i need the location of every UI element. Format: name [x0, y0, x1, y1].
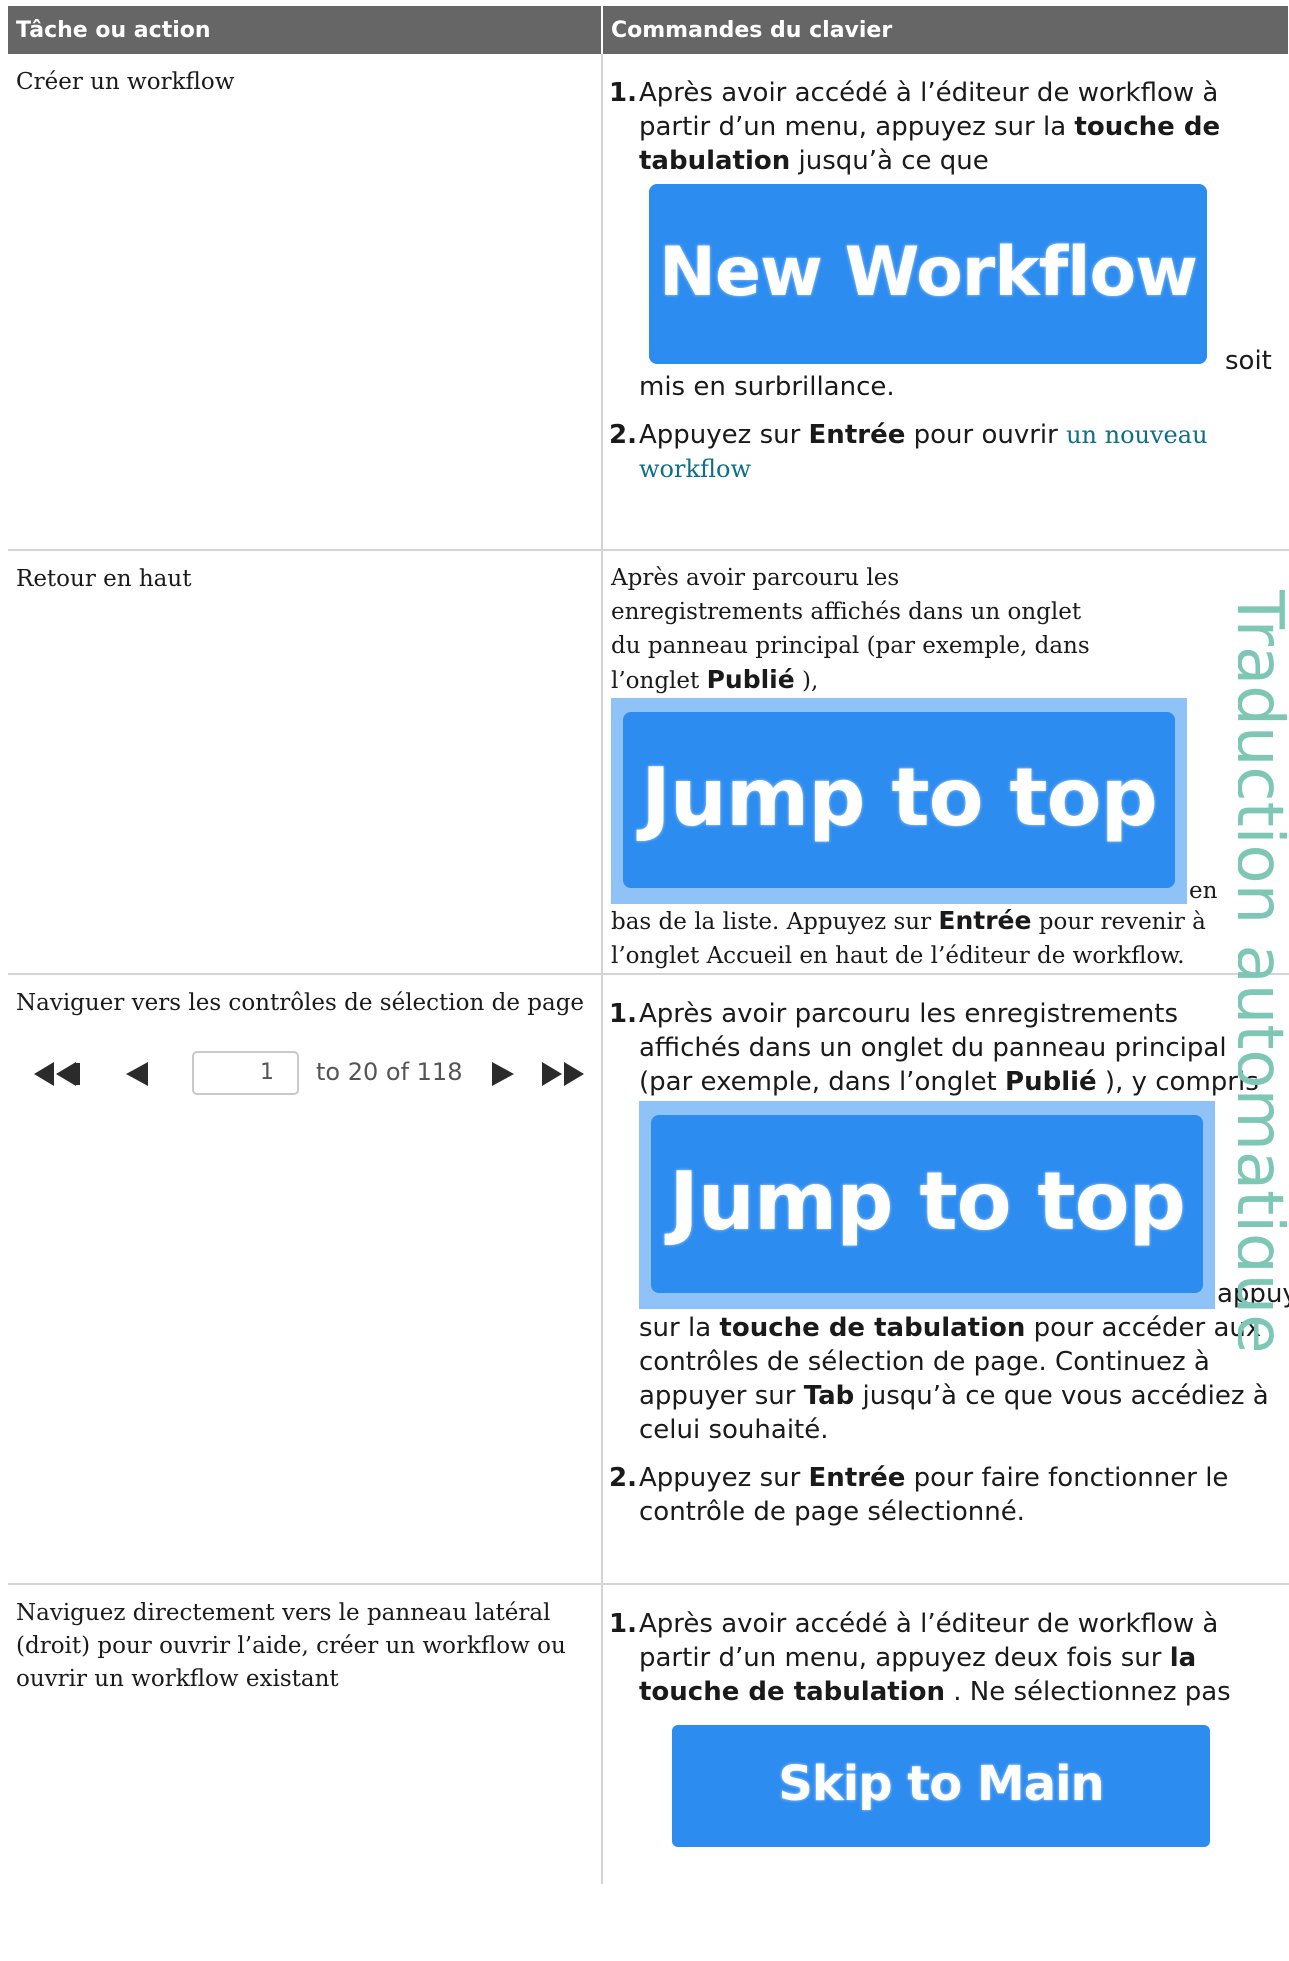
next-page-button[interactable]	[488, 1056, 520, 1094]
tab-name: Publié	[1005, 1067, 1097, 1097]
skip-to-main-content-button-image: Skip to Main Content	[672, 1725, 1210, 1930]
jump-to-top-label: Jump to top	[623, 712, 1175, 888]
jump-to-top-label: Jump to top	[651, 1115, 1203, 1293]
step-text: Appuyez sur	[639, 1463, 809, 1493]
last-page-button[interactable]	[538, 1056, 590, 1094]
jump-to-top-button-image: Jump to top	[639, 1101, 1215, 1309]
task-cell: Retour en haut	[8, 550, 603, 975]
task-cell: Naviguer vers les contrôles de sélection…	[8, 974, 603, 1585]
step-text: Après avoir accédé à l’éditeur de workfl…	[639, 1609, 1219, 1673]
step-text: sur la	[639, 1313, 720, 1343]
step-key: touche de tabulation	[719, 1313, 1026, 1343]
step-text: . Ne sélectionnez pas	[944, 1677, 1231, 1707]
step-text: ), y compris	[1096, 1067, 1259, 1097]
step-text: pour ouvrir	[905, 420, 1067, 450]
step-text: Appuyez sur	[639, 420, 809, 450]
cell-text: ),	[794, 668, 819, 694]
new-workflow-button-image: New Workflow	[649, 184, 1207, 364]
step-item: 1. Après avoir accédé à l’éditeur de wor…	[603, 76, 1277, 404]
cell-text: bas de la liste. Appuyez sur	[611, 909, 939, 935]
step-number: 1.	[609, 999, 637, 1029]
watermark-text: Traduction automatique	[1238, 590, 1289, 1350]
step-key: Entrée	[808, 1463, 906, 1493]
table-row: Retour en haut Après avoir parcouru les …	[8, 550, 1289, 975]
keys-cell: Après avoir parcouru les enregistrements…	[602, 550, 1289, 975]
task-label: Naviguer vers les contrôles de sélection…	[16, 990, 585, 1016]
prev-page-button[interactable]	[122, 1056, 154, 1094]
cell-text: Après avoir parcouru les enregistrements…	[611, 565, 1090, 694]
table-row: Naviguez directement vers le panneau lat…	[8, 1584, 1289, 1930]
step-text: jusqu’à ce que	[790, 146, 989, 176]
step-item: 2. Appuyez sur Entrée pour faire fonctio…	[603, 1461, 1283, 1529]
first-page-button[interactable]	[30, 1056, 84, 1094]
tab-name: Publié	[706, 665, 795, 694]
keyboard-commands-table: Tâche ou action Commandes du clavier Cré…	[8, 6, 1289, 1930]
page-range-label: to 20 of 118	[316, 1058, 463, 1086]
step-number: 2.	[609, 420, 637, 450]
keys-cell: 1. Après avoir accédé à l’éditeur de wor…	[602, 54, 1289, 551]
step-text: soit	[1225, 346, 1272, 376]
task-label: Retour en haut	[16, 566, 192, 592]
step-number: 2.	[609, 1463, 637, 1493]
step-key: Tab	[803, 1381, 855, 1411]
step-item: 2. Appuyez sur Entrée pour ouvrir un nou…	[603, 418, 1277, 486]
step-item: 1. Après avoir accédé à l’éditeur de wor…	[603, 1607, 1277, 1930]
jump-to-top-button-image: Jump to top	[611, 698, 1187, 904]
page-number-input[interactable]	[196, 1055, 274, 1089]
keys-cell: 1. Après avoir parcouru les enregistreme…	[602, 974, 1289, 1585]
table-header-row: Tâche ou action Commandes du clavier	[8, 6, 1289, 54]
step-text: mis en surbrillance.	[639, 372, 895, 402]
task-cell: Naviguez directement vers le panneau lat…	[8, 1584, 603, 1884]
header-task: Tâche ou action	[8, 6, 603, 54]
step-number: 1.	[609, 1609, 637, 1639]
step-item: 1. Après avoir parcouru les enregistreme…	[603, 997, 1289, 1447]
task-label: Créer un workflow	[16, 69, 235, 95]
table-row: Créer un workflow 1. Après avoir accédé …	[8, 54, 1289, 551]
keys-cell: 1. Après avoir accédé à l’éditeur de wor…	[602, 1584, 1289, 1930]
header-keys: Commandes du clavier	[602, 6, 1289, 54]
task-cell: Créer un workflow	[8, 54, 603, 551]
step-number: 1.	[609, 78, 637, 108]
step-key: Entrée	[808, 420, 906, 450]
machine-translation-watermark: Traduction automatique	[1238, 590, 1289, 1350]
task-label: Naviguez directement vers le panneau lat…	[16, 1600, 566, 1692]
key-name: Entrée	[938, 906, 1032, 935]
pagination-controls: to 20 of 118	[30, 1046, 601, 1106]
table-row: Naviguer vers les contrôles de sélection…	[8, 974, 1289, 1585]
cell-text: en	[1189, 878, 1218, 904]
